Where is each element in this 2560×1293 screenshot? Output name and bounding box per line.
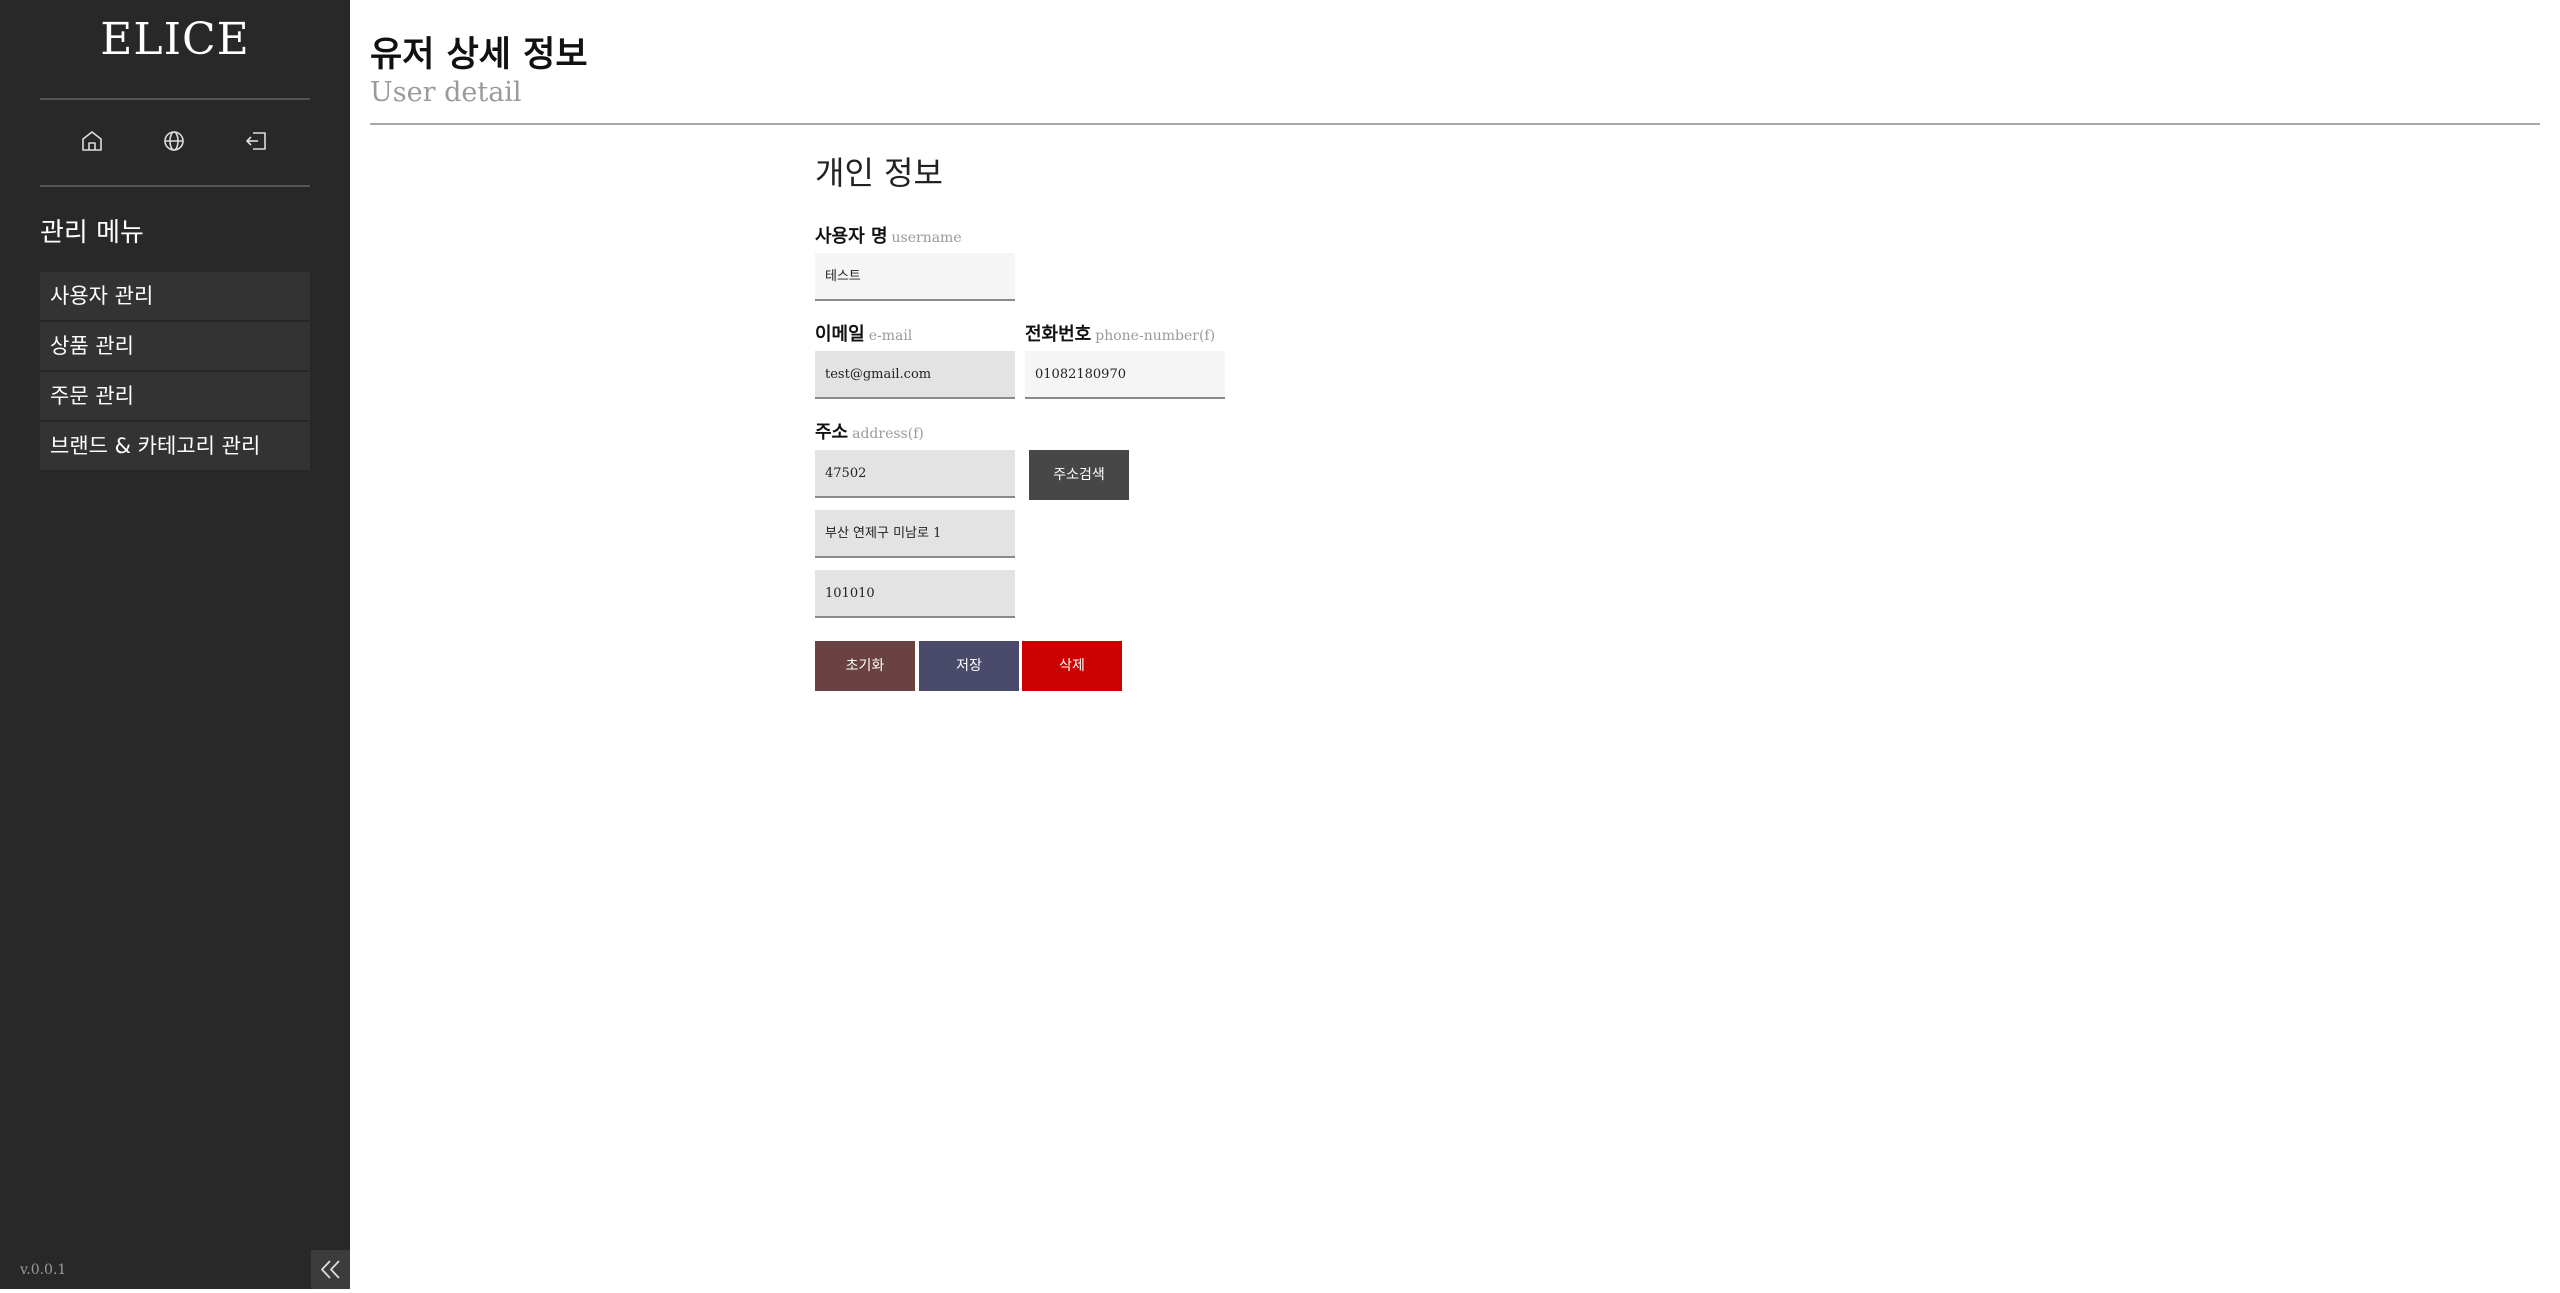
logo[interactable]: ELICE	[0, 14, 350, 65]
section-title: 개인 정보	[815, 154, 943, 192]
sidebar-icon-bar	[0, 126, 350, 156]
page-title: 유저 상세 정보	[370, 35, 588, 75]
phone-label: 전화번호 phone-number(f)	[1025, 320, 1215, 346]
sidebar-menu: 사용자 관리 상품 관리 주문 관리 브랜드 & 카테고리 관리	[40, 272, 310, 472]
username-hint: username	[891, 230, 962, 246]
username-field[interactable]: 테스트	[815, 253, 1015, 301]
username-label-text: 사용자 명	[815, 226, 888, 247]
menu-title: 관리 메뉴	[40, 218, 144, 248]
username-label: 사용자 명 username	[815, 222, 962, 248]
postcode-field[interactable]: 47502	[815, 450, 1015, 498]
address-label: 주소 address(f)	[815, 418, 924, 444]
email-hint: e-mail	[868, 328, 913, 344]
address-hint: address(f)	[852, 426, 924, 442]
email-label: 이메일 e-mail	[815, 320, 912, 346]
sidebar: ELICE 관리 메뉴 사용자 관리 상품 관리 주문 관리 브랜드 & 카테고…	[0, 0, 350, 1289]
home-icon[interactable]	[77, 126, 107, 156]
address-line1-field[interactable]: 부산 연제구 미남로 1	[815, 510, 1015, 558]
phone-hint: phone-number(f)	[1095, 328, 1216, 344]
sidebar-item-products[interactable]: 상품 관리	[40, 322, 310, 370]
email-field[interactable]: test@gmail.com	[815, 351, 1015, 399]
address-label-text: 주소	[815, 422, 849, 443]
phone-label-text: 전화번호	[1025, 324, 1092, 345]
page-subtitle: User detail	[370, 77, 522, 108]
delete-button[interactable]: 삭제	[1022, 641, 1122, 691]
phone-field[interactable]: 01082180970	[1025, 351, 1225, 399]
globe-icon[interactable]	[159, 126, 189, 156]
reset-button[interactable]: 초기화	[815, 641, 915, 691]
sidebar-divider	[40, 185, 310, 187]
sidebar-divider	[40, 98, 310, 100]
email-label-text: 이메일	[815, 324, 865, 345]
address-search-button[interactable]: 주소검색	[1029, 450, 1129, 500]
collapse-sidebar-button[interactable]	[311, 1250, 350, 1289]
header-divider	[370, 123, 2540, 125]
sidebar-item-users[interactable]: 사용자 관리	[40, 272, 310, 320]
sidebar-item-brand-category[interactable]: 브랜드 & 카테고리 관리	[40, 422, 310, 470]
save-button[interactable]: 저장	[919, 641, 1019, 691]
sidebar-item-orders[interactable]: 주문 관리	[40, 372, 310, 420]
version-label: v.0.0.1	[20, 1262, 67, 1278]
logout-icon[interactable]	[241, 126, 271, 156]
address-line2-field[interactable]: 101010	[815, 570, 1015, 618]
